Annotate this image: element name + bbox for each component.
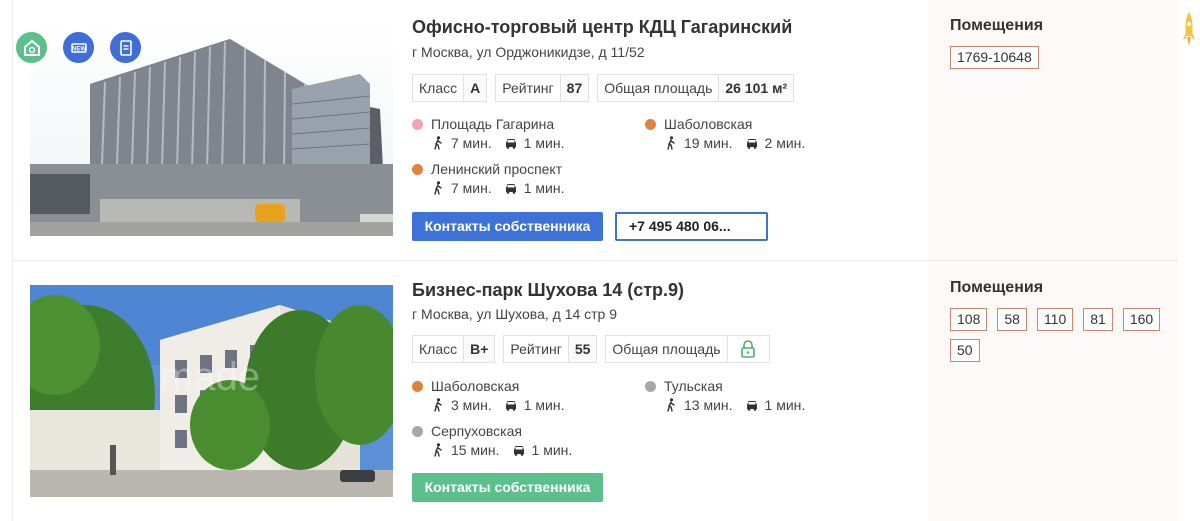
metro-station: Тульская 13 мин. 1 мин. bbox=[645, 378, 805, 413]
metro-line-dot bbox=[412, 163, 423, 175]
param-class-value: B+ bbox=[463, 336, 495, 362]
metro-station: Площадь Гагарина 7 мин. 1 мин. bbox=[412, 116, 565, 151]
metro-station-name: Серпуховская bbox=[431, 423, 522, 439]
car-time: 1 мин. bbox=[523, 397, 565, 413]
listings-page: NEW Офисно-торговый центр КДЦ Гагарински… bbox=[0, 0, 1200, 521]
car-icon bbox=[745, 136, 759, 150]
car-time: 1 мин. bbox=[531, 442, 573, 458]
walk-time: 13 мин. bbox=[684, 397, 733, 413]
rooms-list: 108 58 110 81 160 50 bbox=[950, 308, 1170, 362]
param-class: Класс A bbox=[412, 74, 488, 102]
room-tag[interactable]: 160 bbox=[1122, 308, 1161, 331]
car-time: 1 мин. bbox=[523, 135, 565, 151]
metro-station-name: Ленинский проспект bbox=[431, 161, 563, 177]
room-tag[interactable]: 108 bbox=[950, 308, 988, 331]
room-tag[interactable]: 1769-10648 bbox=[950, 46, 1039, 69]
metro-station: Шаболовская 19 мин. 2 мин. bbox=[645, 116, 805, 151]
svg-text:made: made bbox=[160, 355, 260, 399]
param-class: Класс B+ bbox=[412, 335, 496, 363]
rooms-title: Помещения bbox=[950, 279, 1044, 296]
walk-icon bbox=[431, 181, 445, 195]
listing-list: NEW Офисно-торговый центр КДЦ Гагарински… bbox=[12, 0, 1178, 521]
room-tag[interactable]: 110 bbox=[1036, 308, 1074, 331]
param-rating-value: 87 bbox=[559, 75, 589, 101]
param-rating-label: Рейтинг bbox=[502, 80, 554, 96]
lock-icon[interactable] bbox=[726, 336, 769, 362]
param-rating-label: Рейтинг bbox=[510, 341, 562, 357]
room-tag[interactable]: 50 bbox=[950, 339, 980, 362]
listing-photo[interactable]: made bbox=[30, 285, 393, 497]
walk-icon bbox=[664, 136, 678, 150]
walk-time: 19 мин. bbox=[684, 135, 733, 151]
car-time: 1 мин. bbox=[764, 397, 806, 413]
car-icon bbox=[745, 398, 759, 412]
house-search-icon[interactable] bbox=[14, 30, 49, 65]
walk-time: 7 мин. bbox=[451, 135, 492, 151]
listing-address: г Москва, ул Шухова, д 14 стр 9 bbox=[412, 306, 618, 322]
car-icon bbox=[504, 181, 518, 195]
room-tag[interactable]: 81 bbox=[1083, 308, 1113, 331]
document-icon[interactable] bbox=[108, 30, 143, 65]
listing-badges: NEW bbox=[14, 30, 143, 65]
metro-line-dot bbox=[412, 380, 423, 392]
metro-station-name: Шаболовская bbox=[664, 116, 753, 132]
walk-time: 7 мин. bbox=[451, 180, 492, 196]
listing-address: г Москва, ул Орджоникидзе, д 11/52 bbox=[412, 44, 645, 60]
metro-station: Ленинский проспект 7 мин. 1 мин. bbox=[412, 161, 565, 196]
listing-title[interactable]: Бизнес-парк Шухова 14 (стр.9) bbox=[412, 280, 684, 301]
car-time: 1 мин. bbox=[523, 180, 565, 196]
walk-icon bbox=[664, 398, 678, 412]
show-phone-button[interactable]: +7 495 480 06... bbox=[615, 212, 768, 241]
walk-icon bbox=[431, 136, 445, 150]
new-icon[interactable]: NEW bbox=[61, 30, 96, 65]
param-rating: Рейтинг 55 bbox=[503, 335, 598, 363]
room-tag[interactable]: 58 bbox=[997, 308, 1027, 331]
walk-time: 15 мин. bbox=[451, 442, 500, 458]
listing-card: NEW Офисно-торговый центр КДЦ Гагарински… bbox=[13, 0, 1178, 261]
listing-params: Класс A Рейтинг 87 Общая площадь 26 101 … bbox=[412, 74, 795, 102]
metro-line-dot bbox=[412, 425, 423, 437]
car-icon bbox=[504, 136, 518, 150]
param-rating-value: 55 bbox=[567, 336, 597, 362]
car-icon bbox=[512, 443, 526, 457]
svg-text:NEW: NEW bbox=[72, 46, 86, 52]
rooms-list: 1769-10648 bbox=[950, 46, 1170, 69]
rooms-panel: Помещения 108 58 110 81 160 50 bbox=[928, 262, 1178, 521]
param-area-label: Общая площадь bbox=[612, 341, 721, 357]
rooms-title: Помещения bbox=[950, 17, 1044, 34]
param-class-value: A bbox=[463, 75, 487, 101]
param-class-label: Класс bbox=[419, 80, 458, 96]
metro-station: Серпуховская 15 мин. 1 мин. bbox=[412, 423, 572, 458]
car-time: 2 мин. bbox=[764, 135, 806, 151]
car-icon bbox=[504, 398, 518, 412]
param-area-value: 26 101 м² bbox=[718, 75, 794, 101]
listing-params: Класс B+ Рейтинг 55 Общая площадь bbox=[412, 335, 770, 363]
metro-line-dot bbox=[412, 118, 423, 130]
owner-contacts-button[interactable]: Контакты собственника bbox=[412, 473, 603, 502]
metro-line-dot bbox=[645, 380, 656, 392]
metro-station-name: Тульская bbox=[664, 378, 723, 394]
metro-line-dot bbox=[645, 118, 656, 130]
metro-station-name: Площадь Гагарина bbox=[431, 116, 555, 132]
listing-card: made Бизнес-парк Шухова 14 (стр.9) г Мос… bbox=[13, 262, 1178, 521]
rocket-icon[interactable] bbox=[1177, 10, 1200, 60]
param-area: Общая площадь bbox=[605, 335, 770, 363]
param-area: Общая площадь 26 101 м² bbox=[597, 74, 795, 102]
walk-time: 3 мин. bbox=[451, 397, 492, 413]
walk-icon bbox=[431, 398, 445, 412]
metro-station: Шаболовская 3 мин. 1 мин. bbox=[412, 378, 565, 413]
metro-station-name: Шаболовская bbox=[431, 378, 520, 394]
walk-icon bbox=[431, 443, 445, 457]
owner-contacts-button[interactable]: Контакты собственника bbox=[412, 212, 603, 241]
param-class-label: Класс bbox=[419, 341, 458, 357]
param-rating: Рейтинг 87 bbox=[495, 74, 590, 102]
listing-title[interactable]: Офисно-торговый центр КДЦ Гагаринский bbox=[412, 17, 792, 38]
param-area-label: Общая площадь bbox=[604, 80, 713, 96]
rooms-panel: Помещения 1769-10648 bbox=[928, 0, 1178, 260]
